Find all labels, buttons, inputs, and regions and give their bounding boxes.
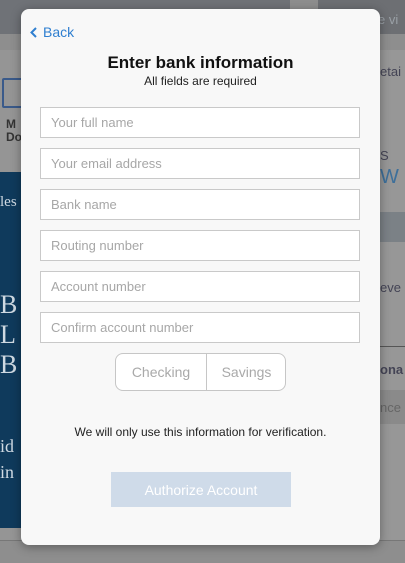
confirm-account-number-input[interactable] [40, 312, 360, 343]
authorize-account-button[interactable]: Authorize Account [111, 472, 291, 507]
account-type-toggle: Checking Savings [115, 353, 286, 391]
background-divider [380, 346, 405, 347]
hero-text: B [0, 350, 18, 379]
hero-text: id [0, 436, 15, 456]
bank-name-input[interactable] [40, 189, 360, 220]
account-number-input[interactable] [40, 271, 360, 302]
hero-text: L [0, 320, 16, 349]
background-text: eve [380, 280, 401, 295]
background-right-column: etai S W eve ona nce [380, 50, 405, 562]
background-topbar-text: e vi [378, 12, 399, 27]
back-label: Back [43, 24, 75, 40]
routing-number-input[interactable] [40, 230, 360, 261]
hero-text: les [0, 194, 17, 210]
verification-note: We will only use this information for ve… [74, 425, 327, 439]
background-text: S [380, 148, 389, 163]
modal-title: Enter bank information [107, 53, 294, 72]
chevron-left-icon [30, 26, 37, 38]
background-text: W [380, 166, 399, 188]
background-text: ona [380, 362, 404, 377]
checking-option[interactable]: Checking [116, 354, 207, 390]
hero-text: in [0, 462, 15, 482]
background-doc-label: M Do [6, 117, 22, 144]
bank-info-modal: Back Enter bank information All fields a… [21, 9, 380, 545]
email-input[interactable] [40, 148, 360, 179]
background-text: etai [380, 64, 401, 79]
savings-option[interactable]: Savings [207, 354, 285, 390]
modal-subtitle: All fields are required [144, 74, 257, 88]
background-text: nce [380, 400, 401, 415]
back-button[interactable]: Back [30, 24, 74, 40]
hero-text: B [0, 290, 18, 319]
full-name-input[interactable] [40, 107, 360, 138]
background-block [380, 212, 405, 242]
